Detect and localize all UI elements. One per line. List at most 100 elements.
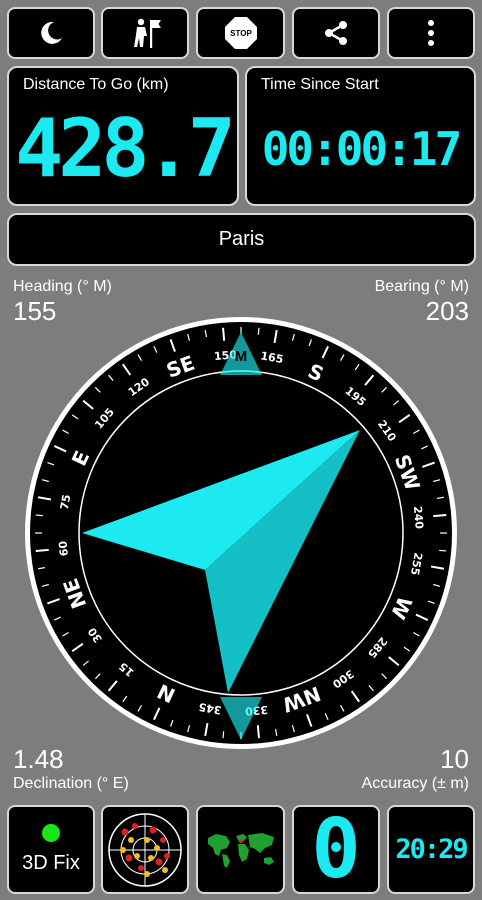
bearing-value: 203 (425, 296, 469, 326)
hiker-flag-icon (134, 18, 161, 48)
heading-value: 155 (13, 296, 57, 326)
compass-cardinal-label: NE (58, 575, 91, 612)
compass-degree-label: 240 (411, 505, 426, 529)
compass-tick (306, 714, 313, 727)
distance-panel: Distance To Go (km) 428.7 (7, 66, 239, 206)
compass-degree-label: 285 (365, 634, 390, 660)
bearing-readout: Bearing (° M) 203 (375, 278, 469, 327)
compass-tick (291, 725, 295, 733)
compass-tick (274, 728, 278, 736)
share-icon (325, 21, 347, 45)
distance-value: 428.7 (15, 102, 236, 195)
compass-tick (433, 514, 447, 518)
compass-tick (381, 386, 388, 393)
compass-tick (82, 660, 89, 666)
satellite-radar-button[interactable] (101, 805, 189, 894)
compass-ticks (35, 327, 447, 739)
compass-tick (169, 339, 176, 352)
compass-labels: N 15 30 NE 60 75 E 105 120 SE 150 165 S 195 210 SW 240 25… (57, 348, 426, 718)
compass-tick (436, 496, 444, 500)
compass-tick (321, 345, 329, 359)
menu-button[interactable] (387, 7, 475, 59)
fix-label: 3D Fix (22, 852, 80, 874)
bearing-arrow (82, 430, 360, 693)
compass-cardinal-label: S (304, 359, 327, 387)
heading-readout: Heading (° M) 155 (13, 278, 112, 327)
compass-tick (107, 680, 118, 692)
compass-tick (187, 725, 191, 733)
compass-degree-label: 165 (259, 349, 284, 366)
compass-tick (122, 695, 128, 703)
clock-button[interactable]: 20:29 (387, 805, 475, 894)
compass-degree-label: 120 (126, 375, 153, 399)
heading-marker: M (220, 332, 262, 375)
more-vert-icon (428, 20, 434, 46)
time-value: 00:00:17 (261, 122, 463, 176)
compass-tick (415, 613, 429, 621)
compass-tick (324, 713, 329, 720)
compass-tick (257, 327, 260, 335)
compass-tick (222, 327, 226, 341)
accuracy-value: 10 (440, 744, 469, 774)
world-map-button[interactable] (196, 805, 285, 894)
compass-tick (62, 631, 69, 637)
compass-tick (308, 339, 313, 347)
compass-degree-label: 30 (85, 625, 105, 645)
compass-tick (53, 445, 67, 453)
share-button[interactable] (292, 7, 380, 59)
compass-tick (204, 330, 208, 338)
compass-tick (137, 354, 143, 361)
compass-tick (350, 690, 360, 703)
compass-tick (41, 479, 49, 483)
compass-tick (62, 429, 69, 435)
night-mode-button[interactable] (7, 7, 95, 59)
compass-tick (439, 549, 447, 552)
compass-degree-label: 345 (198, 700, 223, 717)
compass-tick (291, 333, 295, 341)
stop-sign-icon: STOP (224, 17, 257, 49)
satellite-count-button[interactable]: 0 (292, 805, 380, 894)
declination-readout: 1.48 Declination (° E) (13, 744, 129, 793)
compass-tick (82, 399, 94, 410)
compass-tick (433, 479, 441, 483)
compass-tick (122, 363, 132, 376)
compass-degree-label: 255 (408, 551, 425, 576)
compass-tick (403, 646, 411, 652)
declination-label: Declination (° E) (13, 775, 129, 792)
compass-cardinal-label: N (154, 679, 179, 708)
world-map-icon (207, 832, 274, 868)
compass-tick (41, 583, 49, 587)
distance-label: Distance To Go (km) (23, 76, 169, 93)
compass-tick (35, 548, 49, 552)
compass-tick (54, 616, 61, 621)
destination-button[interactable]: Paris (7, 213, 476, 266)
compass-degree-label: 210 (375, 418, 399, 445)
compass-tick (153, 346, 158, 353)
compass-tick (94, 673, 101, 680)
compass-cardinal-label: SE (163, 351, 198, 383)
compass-cardinal-label: E (67, 447, 95, 470)
waypoint-button[interactable] (101, 7, 189, 59)
compass-cardinal-label: SW (390, 451, 425, 493)
compass-tick (413, 631, 420, 637)
svg-text:STOP: STOP (230, 29, 252, 38)
compass-cardinal-label: NW (279, 681, 324, 717)
compass-tick (413, 429, 420, 435)
gps-fix-button[interactable]: 3D Fix (7, 805, 95, 894)
compass-tick (393, 400, 400, 406)
compass-tick (71, 642, 84, 652)
compass-tick (368, 685, 374, 692)
compass-tick (71, 414, 79, 420)
compass-bezel (30, 322, 452, 744)
compass-tick (37, 496, 52, 501)
compass-tick (187, 333, 191, 341)
compass-tick (47, 461, 55, 466)
compass-tick (169, 719, 174, 727)
svg-text:M: M (235, 348, 248, 365)
satellite-count: 0 (311, 801, 361, 897)
compass-tick (108, 374, 114, 381)
compass-degree-label: 60 (57, 540, 71, 557)
compass-tick (204, 722, 209, 737)
compass-tick (421, 445, 428, 450)
stop-button[interactable]: STOP (196, 7, 285, 59)
